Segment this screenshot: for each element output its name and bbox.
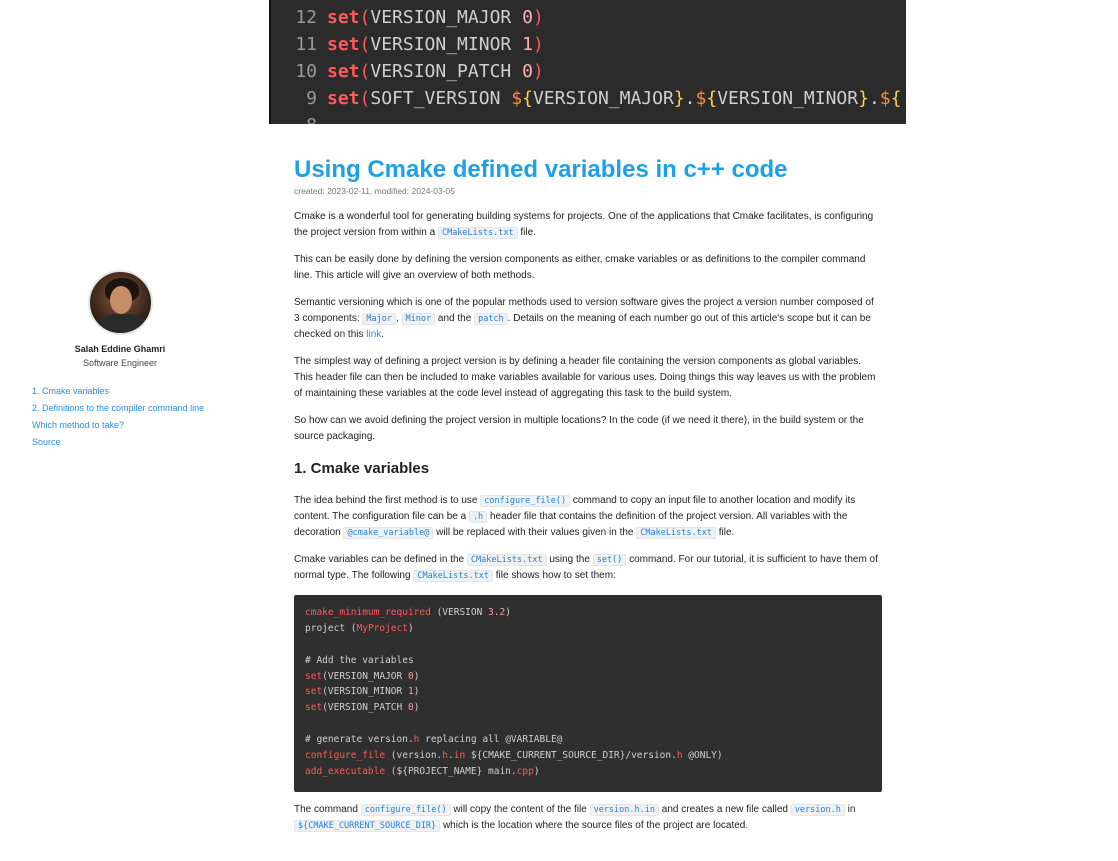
toc-item-which-method[interactable]: Which method to take? xyxy=(32,418,212,432)
code-line: set(VERSION_PATCH 0) xyxy=(305,702,420,714)
inline-code: CMakeLists.txt xyxy=(636,527,716,539)
hero-code-line: 12 set(VERSION_MAJOR 0) xyxy=(295,7,544,28)
inline-code: version.h xyxy=(790,804,845,816)
inline-code: Major xyxy=(362,313,396,325)
inline-code: @cmake_variable@ xyxy=(343,527,434,539)
semver-link[interactable]: link xyxy=(366,329,381,340)
paragraph: Cmake variables can be defined in the CM… xyxy=(294,554,878,582)
inline-code: patch xyxy=(474,313,508,325)
inline-code: CMakeLists.txt xyxy=(437,227,518,239)
code-line: # Add the variables xyxy=(305,654,414,666)
hero-code-image: 12 set(VERSION_MAJOR 0) 11 set(VERSION_MIN… xyxy=(269,0,906,124)
paragraph: The command configure_file() will copy t… xyxy=(294,804,856,832)
inline-code: ${CMAKE_CURRENT_SOURCE_DIR} xyxy=(294,820,441,832)
hero-code-line: 11 set(VERSION_MINOR 1) xyxy=(295,34,544,55)
inline-code: CMakeLists.txt xyxy=(413,570,493,582)
code-line: configure_file (version.h.in ${CMAKE_CUR… xyxy=(305,750,723,762)
section-heading: 1. Cmake variables xyxy=(294,460,430,477)
inline-code: version.h.in xyxy=(589,804,659,816)
paragraph: Semantic versioning which is one of the … xyxy=(294,297,874,340)
code-line: add_executable (${PROJECT_NAME} main.cpp… xyxy=(305,765,540,777)
inline-code: configure_file() xyxy=(360,804,451,816)
paragraph: Cmake is a wonderful tool for generating… xyxy=(294,211,874,239)
inline-code: set() xyxy=(592,554,627,566)
hero-code-line: 8 xyxy=(271,112,327,124)
code-line: project (MyProject) xyxy=(305,622,414,634)
code-line: # generate version.h replacing all @VARI… xyxy=(305,734,563,746)
paragraph: So how can we avoid defining the project… xyxy=(294,415,864,442)
paragraph: The simplest way of defining a project v… xyxy=(294,356,876,399)
inline-code: CMakeLists.txt xyxy=(466,554,547,566)
inline-code: .h xyxy=(468,511,488,523)
paragraph: This can be easily done by defining the … xyxy=(294,254,866,281)
toc-item-definitions[interactable]: 2. Definitions to the compiler command l… xyxy=(32,401,212,415)
author-role: Software Engineer xyxy=(82,358,158,368)
code-line: set(VERSION_MAJOR 0) xyxy=(305,670,420,682)
code-line: cmake_minimum_required (VERSION 3.2) xyxy=(305,607,511,618)
page-title: Using Cmake defined variables in c++ cod… xyxy=(294,156,788,183)
avatar xyxy=(88,270,153,335)
inline-code: configure_file() xyxy=(480,495,571,507)
toc-item-cmake-variables[interactable]: 1. Cmake variables xyxy=(32,384,212,398)
author-name: Salah Eddine Ghamri xyxy=(74,344,166,354)
hero-code-line: 9 set(SOFT_VERSION ${VERSION_MAJOR}.${VER… xyxy=(306,88,902,109)
table-of-contents: 1. Cmake variables 2. Definitions to the… xyxy=(32,384,212,452)
code-line: set(VERSION_MINOR 1) xyxy=(305,686,420,698)
hero-code-line: 10 set(VERSION_PATCH 0) xyxy=(295,61,544,82)
article: Using Cmake defined variables in c++ cod… xyxy=(294,150,882,845)
paragraph: The idea behind the first method is to u… xyxy=(294,495,856,539)
code-block: cmake_minimum_required (VERSION 3.2) pro… xyxy=(294,595,882,792)
toc-item-source[interactable]: Source xyxy=(32,435,212,449)
inline-code: Minor xyxy=(401,313,436,325)
